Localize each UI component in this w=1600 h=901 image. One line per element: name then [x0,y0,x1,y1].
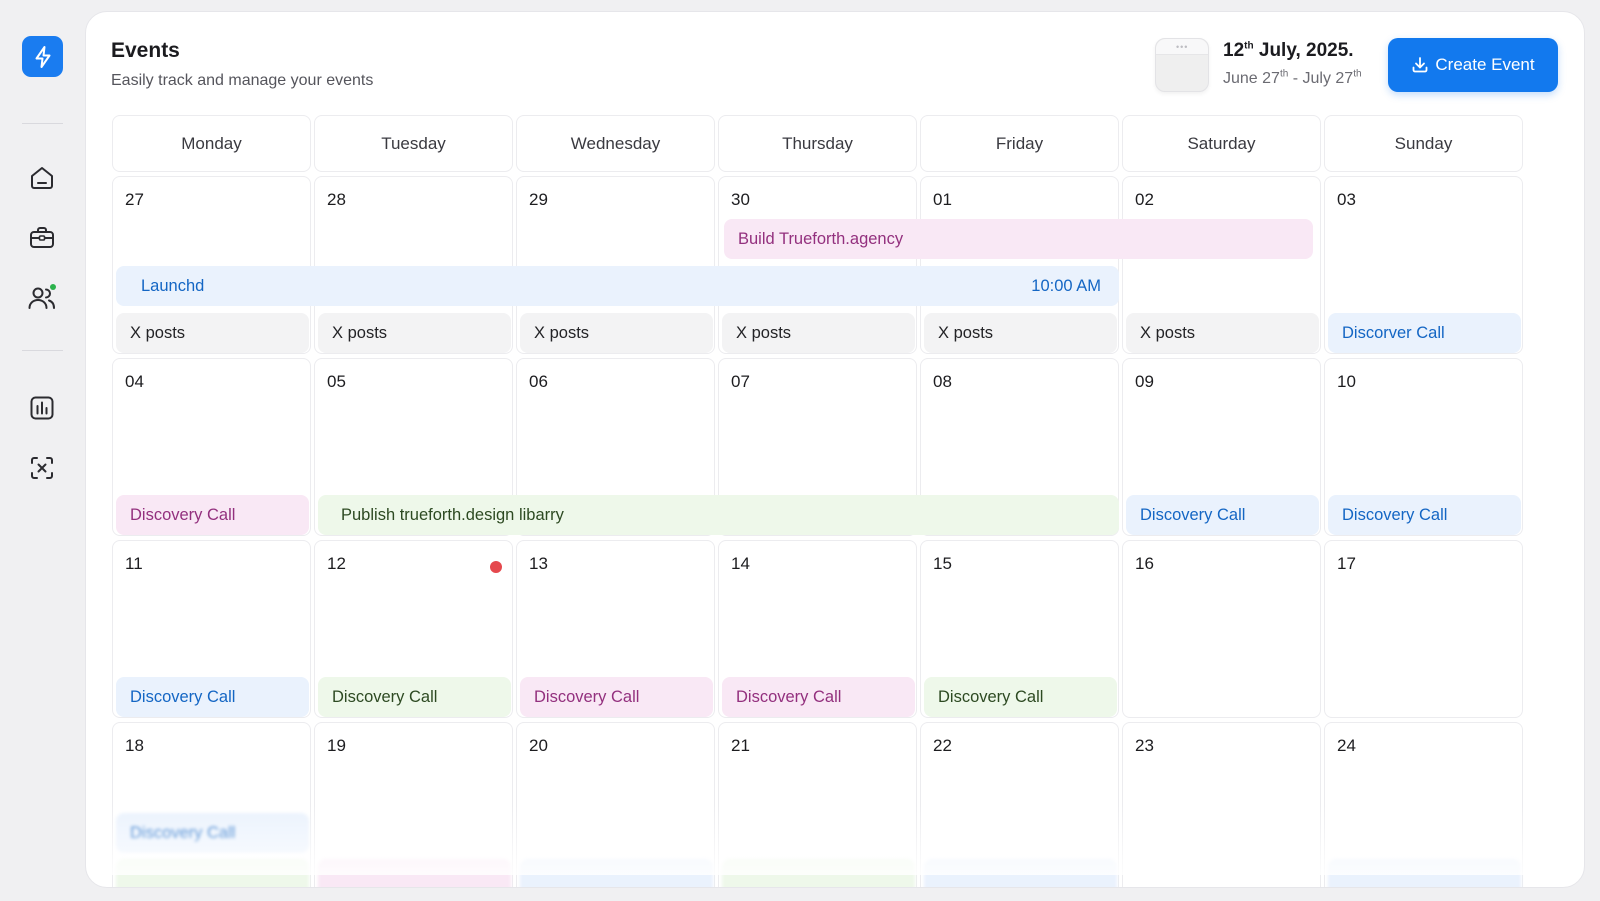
calendar-grid: Monday Tuesday Wednesday Thursday Friday… [112,115,1525,887]
event-discovery-call[interactable]: Discovery Call [116,677,309,717]
day-number: 14 [731,554,750,573]
sidebar-divider [22,350,63,351]
day-number: 28 [327,190,346,209]
day-number: 15 [933,554,952,573]
day-number: 21 [731,736,750,755]
nav-scan[interactable] [26,452,58,484]
day-number: 16 [1135,554,1154,573]
notification-dot [50,284,56,290]
day-number: 09 [1135,372,1154,391]
event-partial [1328,859,1521,887]
day-number: 27 [125,190,144,209]
event-discovery-call[interactable]: Discovery Call [520,677,713,717]
event-discovery-call[interactable]: Discovery Call [1126,495,1319,535]
event-discorver-call[interactable]: Discorver Call [1328,313,1521,353]
day-number: 22 [933,736,952,755]
event-x-posts[interactable]: X posts [116,313,309,353]
day-number: 30 [731,190,750,209]
app-logo[interactable] [22,36,63,77]
day-number: 17 [1337,554,1356,573]
weekday-header: Friday [920,115,1119,172]
event-partial [318,859,511,887]
events-panel: Events Easily track and manage your even… [85,11,1585,888]
event-x-posts[interactable]: X posts [722,313,915,353]
day-cell[interactable]: 16 [1122,540,1321,718]
nav-home[interactable] [26,162,58,194]
day-number: 03 [1337,190,1356,209]
day-number: 07 [731,372,750,391]
event-discovery-call[interactable]: Discovery Call [722,677,915,717]
page-subtitle: Easily track and manage your events [111,72,374,89]
event-discovery-call[interactable]: Discovery Call [318,677,511,717]
date-range: June 27th - July 27th [1223,68,1362,87]
nav-analytics[interactable] [26,392,58,424]
event-discovery-call[interactable]: Discovery Call [1328,495,1521,535]
nav-projects[interactable] [26,222,58,254]
page-title: Events [111,39,180,62]
day-number: 11 [125,554,143,573]
day-number: 12 [327,554,346,573]
day-number: 23 [1135,736,1154,755]
event-launchd[interactable]: Launchd 10:00 AM [116,266,1119,306]
day-number: 18 [125,736,144,755]
weekday-header: Sunday [1324,115,1523,172]
day-number: 02 [1135,190,1154,209]
weekday-header: Thursday [718,115,917,172]
event-discovery-call[interactable]: Discovery Call [116,495,309,535]
weekday-header: Saturday [1122,115,1321,172]
home-icon [31,167,53,189]
weekday-header: Tuesday [314,115,513,172]
event-x-posts[interactable]: X posts [520,313,713,353]
day-number: 24 [1337,736,1356,755]
day-number: 29 [529,190,548,209]
event-discovery-call[interactable]: Discovery Call [924,677,1117,717]
event-x-posts[interactable]: X posts [924,313,1117,353]
event-build-trueforth[interactable]: Build Trueforth.agency [724,219,1313,259]
event-partial [520,859,713,887]
day-cell[interactable]: 17 [1324,540,1523,718]
lightning-icon [35,45,50,68]
briefcase-icon [30,227,54,248]
chart-icon [30,396,54,420]
event-partial [722,859,915,887]
nav-team[interactable] [26,282,58,314]
day-number: 08 [933,372,952,391]
day-number: 04 [125,372,144,391]
event-partial [924,859,1117,887]
day-number: 05 [327,372,346,391]
sidebar [0,0,84,901]
day-number: 20 [529,736,548,755]
event-publish-library[interactable]: Publish trueforth.design libarry [318,495,1119,535]
day-cell[interactable]: 23 [1122,722,1321,887]
calendar-icon[interactable]: ••• [1155,38,1209,92]
day-number: 06 [529,372,548,391]
today-indicator [490,561,502,573]
day-number: 19 [327,736,346,755]
current-date: 12th July, 2025. [1223,40,1354,61]
event-time: 10:00 AM [1031,276,1101,295]
event-discovery-call[interactable]: Discovery Call [116,813,309,853]
event-x-posts[interactable]: X posts [318,313,511,353]
weekday-header: Wednesday [516,115,715,172]
day-number: 13 [529,554,548,573]
event-x-posts[interactable]: X posts [1126,313,1319,353]
weekday-header: Monday [112,115,311,172]
download-icon [1412,57,1428,73]
create-event-button[interactable]: Create Event [1388,38,1558,92]
day-number: 10 [1337,372,1356,391]
scan-icon [31,457,53,479]
event-partial [116,859,309,887]
day-number: 01 [933,190,952,209]
sidebar-divider [22,123,63,124]
